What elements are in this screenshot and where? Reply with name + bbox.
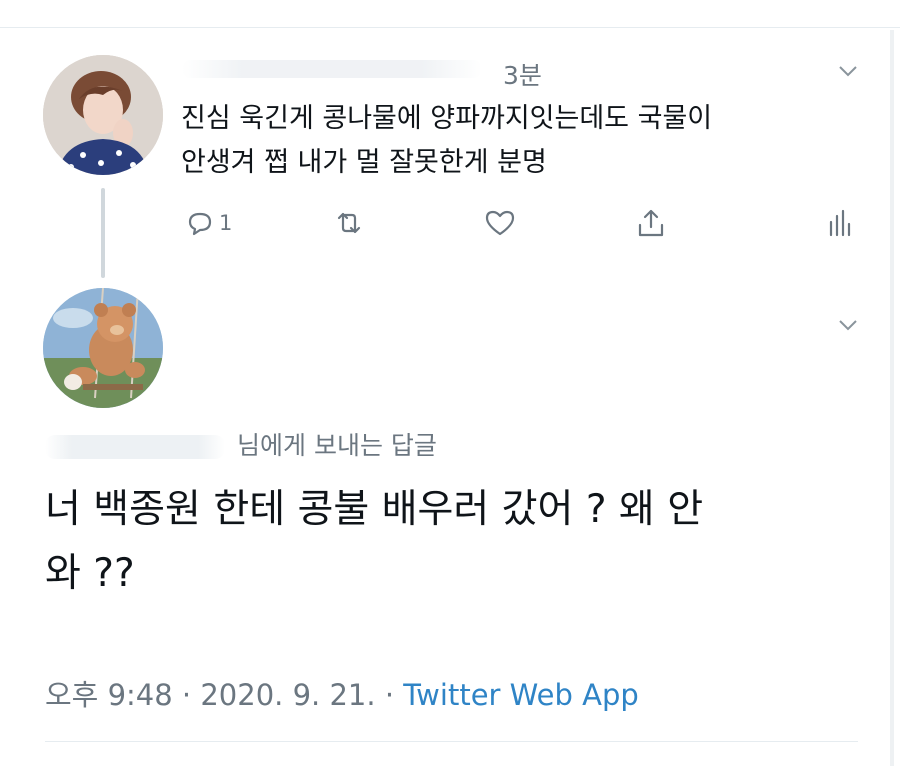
like-icon bbox=[485, 210, 515, 236]
scrollbar[interactable] bbox=[890, 30, 894, 766]
share-button[interactable] bbox=[634, 205, 668, 241]
share-icon bbox=[638, 209, 664, 237]
reply-button[interactable]: 1 bbox=[183, 205, 232, 241]
parent-tweet-text: 진심 욱긴게 콩나물에 양파까지잇는데도 국물이 안생겨 쩝 내가 멀 잘못한게… bbox=[181, 103, 713, 178]
tweet-thread-page: 3분 진심 욱긴게 콩나물에 양파까지잇는데도 국물이 안생겨 쩝 내가 멀 잘… bbox=[0, 0, 900, 766]
source-app-link[interactable]: Twitter Web App bbox=[403, 678, 639, 712]
avatar-photo-teddy-bear bbox=[43, 288, 163, 408]
analytics-button[interactable] bbox=[822, 205, 856, 241]
tweet-actions: 1 bbox=[0, 205, 900, 245]
tweet-time-ago[interactable]: 3분 bbox=[503, 56, 542, 92]
reply-count: 1 bbox=[219, 211, 233, 235]
meta-separator: · bbox=[384, 678, 395, 712]
replying-to: 님에게 보내는 답글 bbox=[45, 426, 437, 462]
avatar[interactable] bbox=[43, 288, 163, 408]
like-button[interactable] bbox=[483, 205, 517, 241]
main-tweet-text: 너 백종원 한테 콩불 배우러 갔어 ? 왜 안 와 ?? bbox=[45, 487, 704, 596]
avatar-photo-woman bbox=[43, 55, 163, 175]
analytics-icon bbox=[829, 209, 851, 237]
tweet-date[interactable]: 2020. 9. 21. bbox=[200, 678, 375, 712]
tweet-metadata: 오후 9:48 · 2020. 9. 21. · Twitter Web App bbox=[45, 672, 639, 714]
replying-to-label: 님에게 보내는 답글 bbox=[237, 431, 437, 460]
reply-icon bbox=[188, 212, 212, 236]
retweet-button[interactable] bbox=[332, 205, 366, 241]
redacted-user-name bbox=[182, 60, 482, 78]
chevron-down-icon[interactable] bbox=[838, 64, 858, 78]
chevron-down-icon[interactable] bbox=[838, 318, 858, 332]
bottom-divider bbox=[45, 741, 858, 742]
meta-separator: · bbox=[181, 678, 192, 712]
top-divider bbox=[0, 27, 900, 28]
redacted-mention[interactable] bbox=[45, 435, 225, 459]
avatar[interactable] bbox=[43, 55, 163, 175]
retweet-icon bbox=[337, 212, 361, 234]
tweet-time[interactable]: 오후 9:48 bbox=[45, 678, 173, 712]
